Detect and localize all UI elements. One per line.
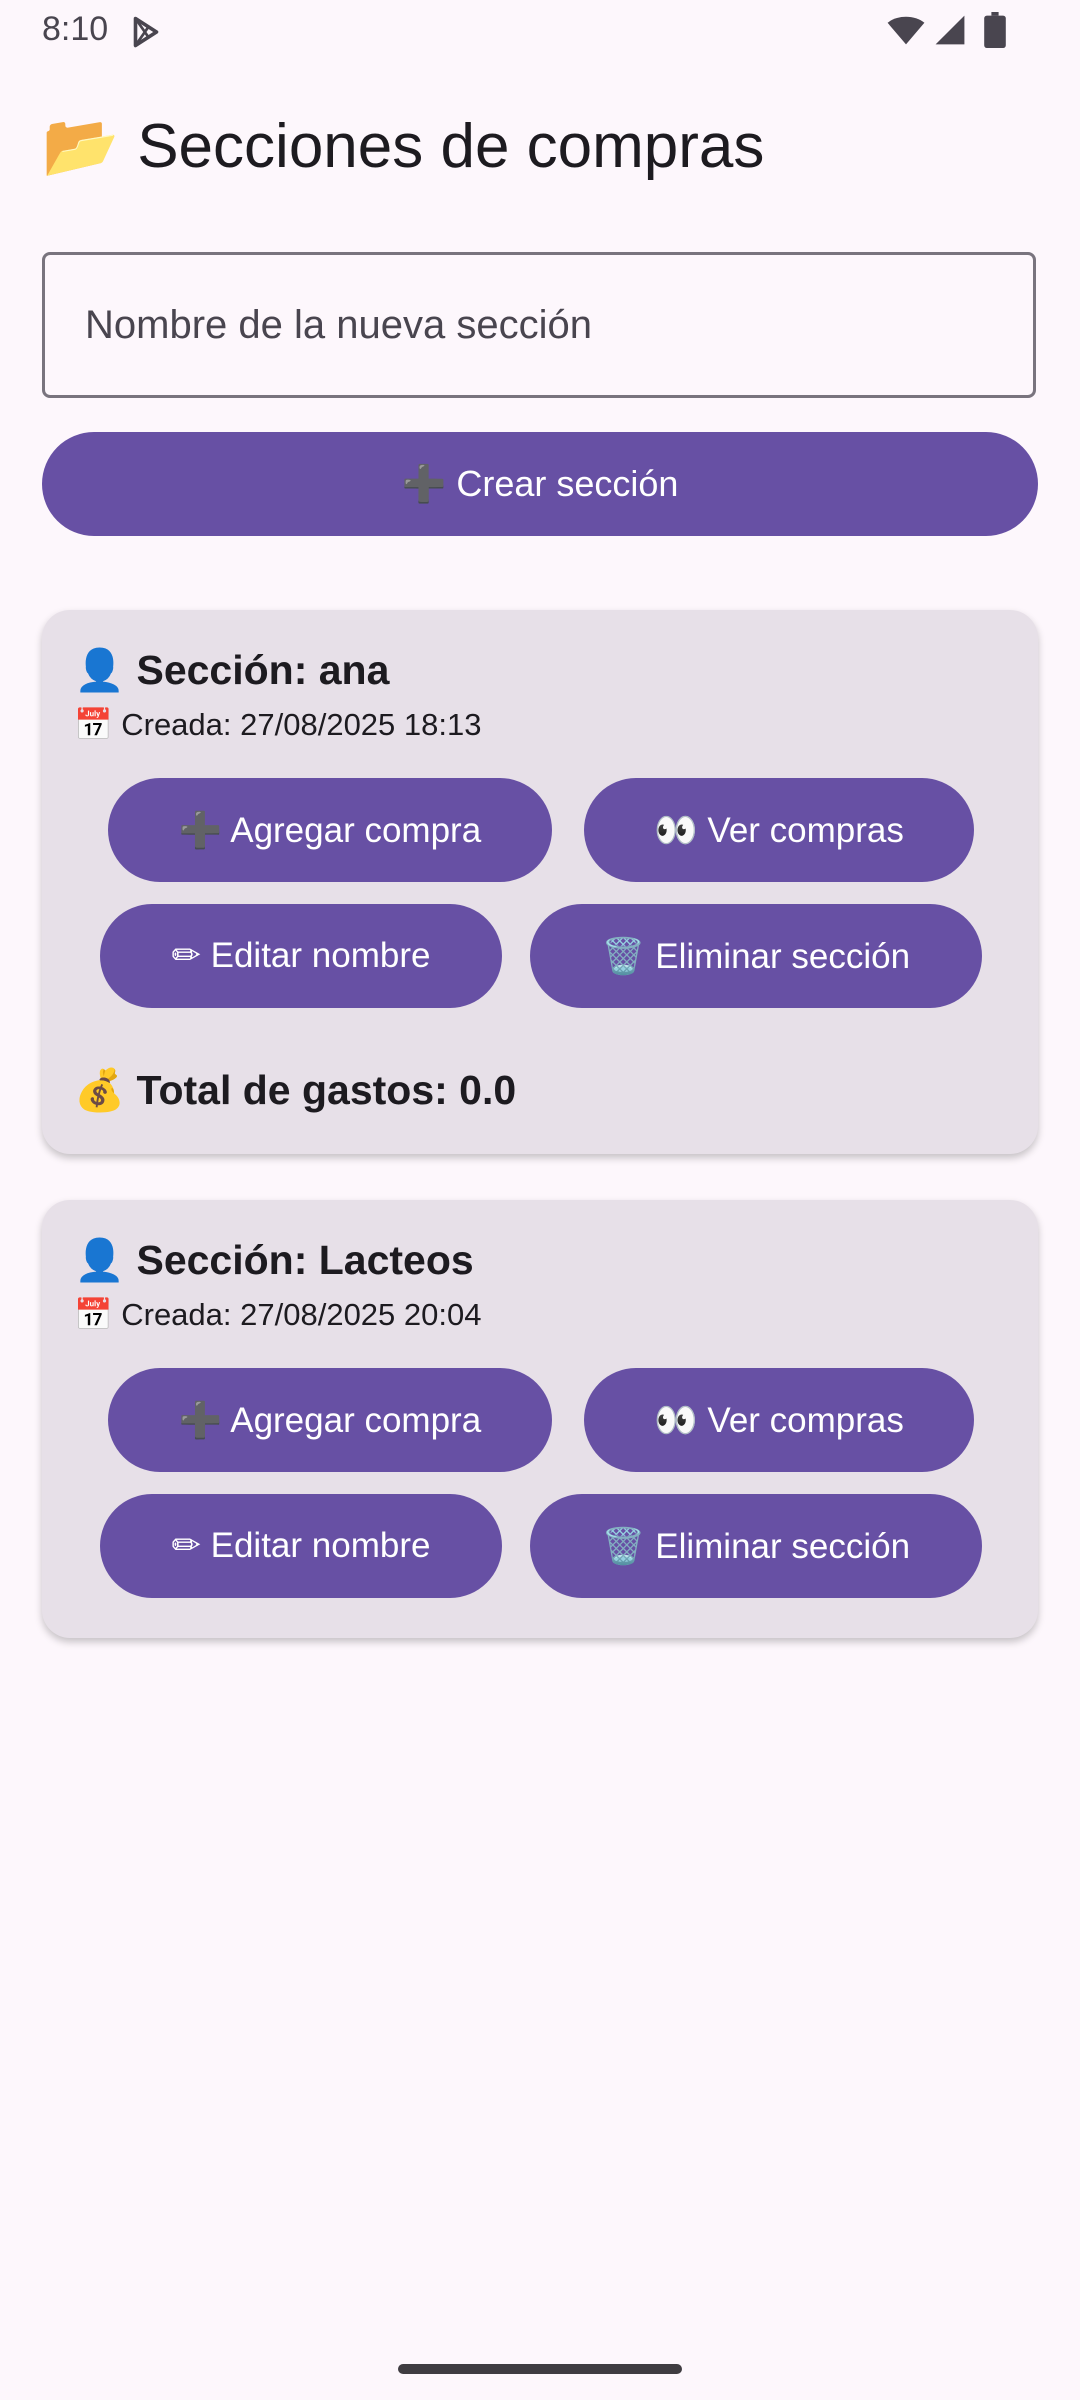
section-title-text: Sección: Lacteos — [136, 1237, 474, 1283]
add-purchase-label: Agregar compra — [230, 810, 482, 850]
view-purchases-label: Ver compras — [707, 1400, 904, 1440]
edit-name-label: Editar nombre — [210, 1526, 431, 1565]
home-gesture-bar[interactable] — [398, 2364, 682, 2374]
section-created: 📅 Creada: 27/08/2025 18:13 — [74, 706, 481, 743]
eyes-icon: 👀 — [654, 1400, 698, 1441]
status-time: 8:10 — [42, 10, 109, 48]
user-icon: 👤 — [74, 1236, 126, 1284]
section-title-text: Sección: ana — [136, 647, 390, 693]
section-card: 👤 Sección: ana 📅 Creada: 27/08/2025 18:1… — [42, 610, 1038, 1154]
trash-icon: 🗑️ — [601, 1526, 646, 1567]
add-purchase-button[interactable]: ➕ Agregar compra — [108, 1368, 552, 1472]
create-section-button[interactable]: ➕ Crear sección — [42, 432, 1038, 536]
pencil-icon: ✏ — [171, 1526, 201, 1566]
eyes-icon: 👀 — [654, 810, 698, 851]
user-icon: 👤 — [74, 646, 126, 694]
section-created-text: Creada: 27/08/2025 18:13 — [121, 707, 482, 742]
section-title: 👤 Sección: ana — [74, 646, 389, 695]
delete-section-button[interactable]: 🗑️ Eliminar sección — [530, 904, 982, 1008]
delete-section-label: Eliminar sección — [655, 936, 911, 976]
wifi-icon — [887, 16, 925, 45]
add-purchase-button[interactable]: ➕ Agregar compra — [108, 778, 552, 882]
section-name-input[interactable] — [42, 252, 1036, 398]
plus-icon: ➕ — [401, 464, 447, 505]
money-bag-icon: 💰 — [74, 1066, 126, 1114]
trash-icon: 🗑️ — [601, 936, 646, 977]
open-folder-icon: 📂 — [42, 109, 120, 182]
section-total-text: Total de gastos: 0.0 — [136, 1067, 517, 1113]
section-created-text: Creada: 27/08/2025 20:04 — [121, 1297, 482, 1332]
page-title: 📂 Secciones de compras — [42, 108, 764, 185]
status-bar: 8:10 — [0, 0, 1080, 62]
section-created: 📅 Creada: 27/08/2025 20:04 — [74, 1296, 481, 1333]
section-card: 👤 Sección: Lacteos 📅 Creada: 27/08/2025 … — [42, 1200, 1038, 1638]
delete-section-label: Eliminar sección — [655, 1526, 911, 1566]
page-title-text: Secciones de compras — [137, 112, 765, 181]
cell-signal-icon — [935, 15, 965, 45]
plus-icon: ➕ — [178, 810, 223, 851]
calendar-icon: 📅 — [74, 707, 113, 743]
add-purchase-label: Agregar compra — [230, 1400, 482, 1440]
edit-name-button[interactable]: ✏ Editar nombre — [100, 904, 502, 1008]
calendar-icon: 📅 — [74, 1297, 113, 1333]
view-purchases-button[interactable]: 👀 Ver compras — [584, 1368, 974, 1472]
battery-icon — [984, 12, 1006, 48]
edit-name-label: Editar nombre — [210, 936, 431, 975]
play-store-icon — [133, 16, 159, 48]
view-purchases-label: Ver compras — [707, 810, 904, 850]
pencil-icon: ✏ — [171, 936, 201, 976]
section-title: 👤 Sección: Lacteos — [74, 1236, 474, 1285]
view-purchases-button[interactable]: 👀 Ver compras — [584, 778, 974, 882]
edit-name-button[interactable]: ✏ Editar nombre — [100, 1494, 502, 1598]
plus-icon: ➕ — [178, 1400, 223, 1441]
section-total: 💰 Total de gastos: 0.0 — [74, 1066, 516, 1115]
delete-section-button[interactable]: 🗑️ Eliminar sección — [530, 1494, 982, 1598]
create-section-label: Crear sección — [456, 463, 679, 504]
